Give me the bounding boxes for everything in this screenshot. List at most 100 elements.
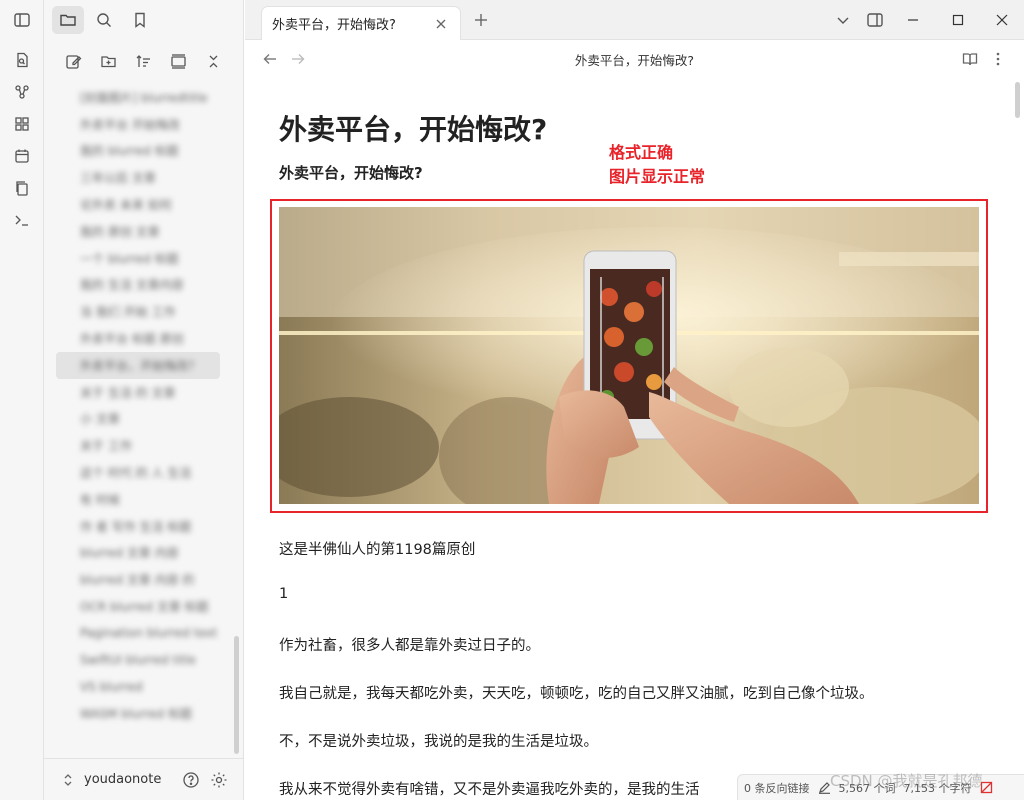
file-list-item[interactable]: [封面图片] blurredtitle <box>56 84 220 111</box>
file-list-item[interactable]: 我的 生活 文章内容 <box>56 272 220 299</box>
paragraph[interactable]: 不，不是说外卖垃圾，我说的是我的生活是垃圾。 <box>279 730 598 751</box>
minimize-window-icon[interactable] <box>901 8 925 32</box>
tab-list-chevron-down-icon[interactable] <box>831 8 855 32</box>
file-item-label: VS blurred <box>80 679 143 694</box>
file-list-item[interactable]: 外卖平台，开始悔改? <box>56 351 220 379</box>
command-palette-icon[interactable] <box>0 204 44 236</box>
reading-view-book-icon[interactable] <box>960 49 980 69</box>
file-item-label: OCR blurred 文章 标题 <box>80 600 209 615</box>
file-list-item[interactable]: 论外卖 未来 如何 <box>56 191 220 218</box>
file-item-label: 关于 生活 的 文章 <box>80 385 176 400</box>
settings-gear-icon[interactable] <box>208 769 230 791</box>
sort-icon[interactable] <box>133 50 155 72</box>
file-item-label: 小 文章 <box>80 412 120 427</box>
editor-scrollbar[interactable] <box>1015 82 1020 118</box>
edit-pencil-icon[interactable] <box>818 781 831 794</box>
note-subheading[interactable]: 外卖平台，开始悔改? <box>279 162 423 183</box>
file-list-item[interactable]: WASM blurred 标题 <box>56 700 220 727</box>
close-tab-icon[interactable] <box>432 15 450 33</box>
file-item-label: Pagination blurred text <box>80 626 218 641</box>
file-list-item[interactable]: 我的 blurred 标题 <box>56 138 220 165</box>
sidebar-toggle-icon[interactable] <box>13 11 31 29</box>
help-icon[interactable] <box>180 769 202 791</box>
right-sidebar-toggle-icon[interactable] <box>863 8 887 32</box>
view-header-title[interactable]: 外卖平台，开始悔改? <box>245 50 1024 69</box>
annotation-line-1: 格式正确 <box>609 143 674 162</box>
paragraph[interactable]: 我从来不觉得外卖有啥错，又不是外卖逼我吃外卖的，是我的生活 <box>279 778 700 799</box>
file-item-label: WASM blurred 标题 <box>80 707 192 722</box>
canvas-icon[interactable] <box>0 108 44 140</box>
files-tab-icon[interactable] <box>52 6 84 34</box>
file-item-label: 当 我们 开始 工作 <box>80 305 176 320</box>
paragraph[interactable]: 作为社畜，很多人都是靠外卖过日子的。 <box>279 634 540 655</box>
file-item-label: 三年以后 文章 <box>80 171 156 186</box>
file-list-item[interactable]: 外卖平台 标题 原创 <box>56 325 220 352</box>
file-list-item[interactable]: VS blurred <box>56 674 220 701</box>
file-list-scrollbar[interactable] <box>234 636 239 754</box>
view-header: 外卖平台，开始悔改? <box>245 40 1024 78</box>
article-cover-image[interactable] <box>279 207 979 504</box>
file-list-item[interactable]: 我的 原创 文章 <box>56 218 220 245</box>
annotation-line-2: 图片显示正常 <box>609 167 706 186</box>
paragraph[interactable]: 我自己就是，我每天都吃外卖，天天吃，顿顿吃，吃的自己又胖又油腻，吃到自己像个垃圾… <box>279 682 874 703</box>
note-title[interactable]: 外卖平台，开始悔改? <box>279 108 547 148</box>
file-list-item[interactable]: 有 时候 <box>56 486 220 513</box>
collapse-all-icon[interactable] <box>203 50 225 72</box>
file-list-item[interactable]: 这个 时代 的 人 生活 <box>56 459 220 486</box>
annotation-note: 格式正确 图片显示正常 <box>609 141 705 189</box>
file-list-item[interactable]: 三年以后 文章 <box>56 164 220 191</box>
file-list-item[interactable]: 关于 工作 <box>56 432 220 459</box>
chevron-updown-icon[interactable] <box>62 773 74 787</box>
file-list-item[interactable]: 外卖平台 开始悔改 <box>56 111 220 138</box>
file-list-item[interactable]: 小 文章 <box>56 406 220 433</box>
vault-name[interactable]: youdaonote <box>84 772 174 787</box>
templates-icon[interactable] <box>0 172 44 204</box>
file-list-item[interactable]: SwiftUI blurred title <box>56 647 220 674</box>
more-options-icon[interactable] <box>988 49 1008 69</box>
tab-bar: 外卖平台，开始悔改? <box>245 0 1024 40</box>
file-item-label: 一个 blurred 标题 <box>80 251 179 266</box>
new-tab-plus-icon[interactable] <box>471 10 491 30</box>
maximize-window-icon[interactable] <box>946 8 970 32</box>
backlinks-count[interactable]: 0 条反向链接 <box>744 780 810 796</box>
file-item-label: 论外卖 未来 如何 <box>80 198 172 213</box>
new-folder-icon[interactable] <box>98 50 120 72</box>
file-list-item[interactable]: 当 我们 开始 工作 <box>56 298 220 325</box>
file-list-item[interactable]: 关于 生活 的 文章 <box>56 379 220 406</box>
watermark: CSDN @我就是孔邦德 <box>830 772 983 790</box>
file-item-label: 外卖平台，开始悔改? <box>80 358 195 373</box>
file-list-item[interactable]: blurred 文章 内容 <box>56 540 220 567</box>
file-item-label: blurred 文章 内容 <box>80 546 179 561</box>
tab-active-note[interactable]: 外卖平台，开始悔改? <box>261 6 461 40</box>
file-item-label: [封面图片] blurredtitle <box>80 90 208 105</box>
file-item-label: 有 时候 <box>80 492 120 507</box>
file-explorer-panel: [封面图片] blurredtitle 外卖平台 开始悔改 我的 blurred 标… <box>44 0 244 800</box>
file-list-item[interactable]: 作 者 写作 生活 标题 <box>56 513 220 540</box>
new-note-icon[interactable] <box>63 50 85 72</box>
paragraph[interactable]: 1 <box>279 586 288 602</box>
file-list: [封面图片] blurredtitle 外卖平台 开始悔改 我的 blurred 标… <box>44 84 244 734</box>
file-item-label: SwiftUI blurred title <box>80 653 196 668</box>
vault-switcher[interactable]: youdaonote <box>44 758 244 800</box>
file-item-label: 我的 原创 文章 <box>80 224 160 239</box>
file-item-label: 外卖平台 标题 原创 <box>80 332 184 347</box>
search-tab-icon[interactable] <box>88 6 120 34</box>
graph-view-icon[interactable] <box>0 76 44 108</box>
file-item-label: 外卖平台 开始悔改 <box>80 117 180 132</box>
tab-title[interactable]: 外卖平台，开始悔改? <box>272 14 432 33</box>
daily-note-icon[interactable] <box>0 140 44 172</box>
file-item-label: 我的 blurred 标题 <box>80 144 179 159</box>
file-list-item[interactable]: blurred 文章 内容 的 <box>56 566 220 593</box>
collapse-view-icon[interactable] <box>168 50 190 72</box>
file-list-item[interactable]: Pagination blurred text <box>56 620 220 647</box>
editor-content[interactable]: 外卖平台，开始悔改? 外卖平台，开始悔改? 格式正确 图片显示正常 这是半佛仙人… <box>245 78 1024 800</box>
file-item-label: 这个 时代 的 人 生活 <box>80 466 192 481</box>
file-list-item[interactable]: 一个 blurred 标题 <box>56 245 220 272</box>
close-window-icon[interactable] <box>990 8 1014 32</box>
file-item-label: 我的 生活 文章内容 <box>80 278 184 293</box>
open-quick-switcher-icon[interactable] <box>0 44 44 76</box>
bookmarks-tab-icon[interactable] <box>124 6 156 34</box>
file-item-label: blurred 文章 内容 的 <box>80 573 195 588</box>
paragraph[interactable]: 这是半佛仙人的第1198篇原创 <box>279 538 475 559</box>
file-list-item[interactable]: OCR blurred 文章 标题 <box>56 593 220 620</box>
